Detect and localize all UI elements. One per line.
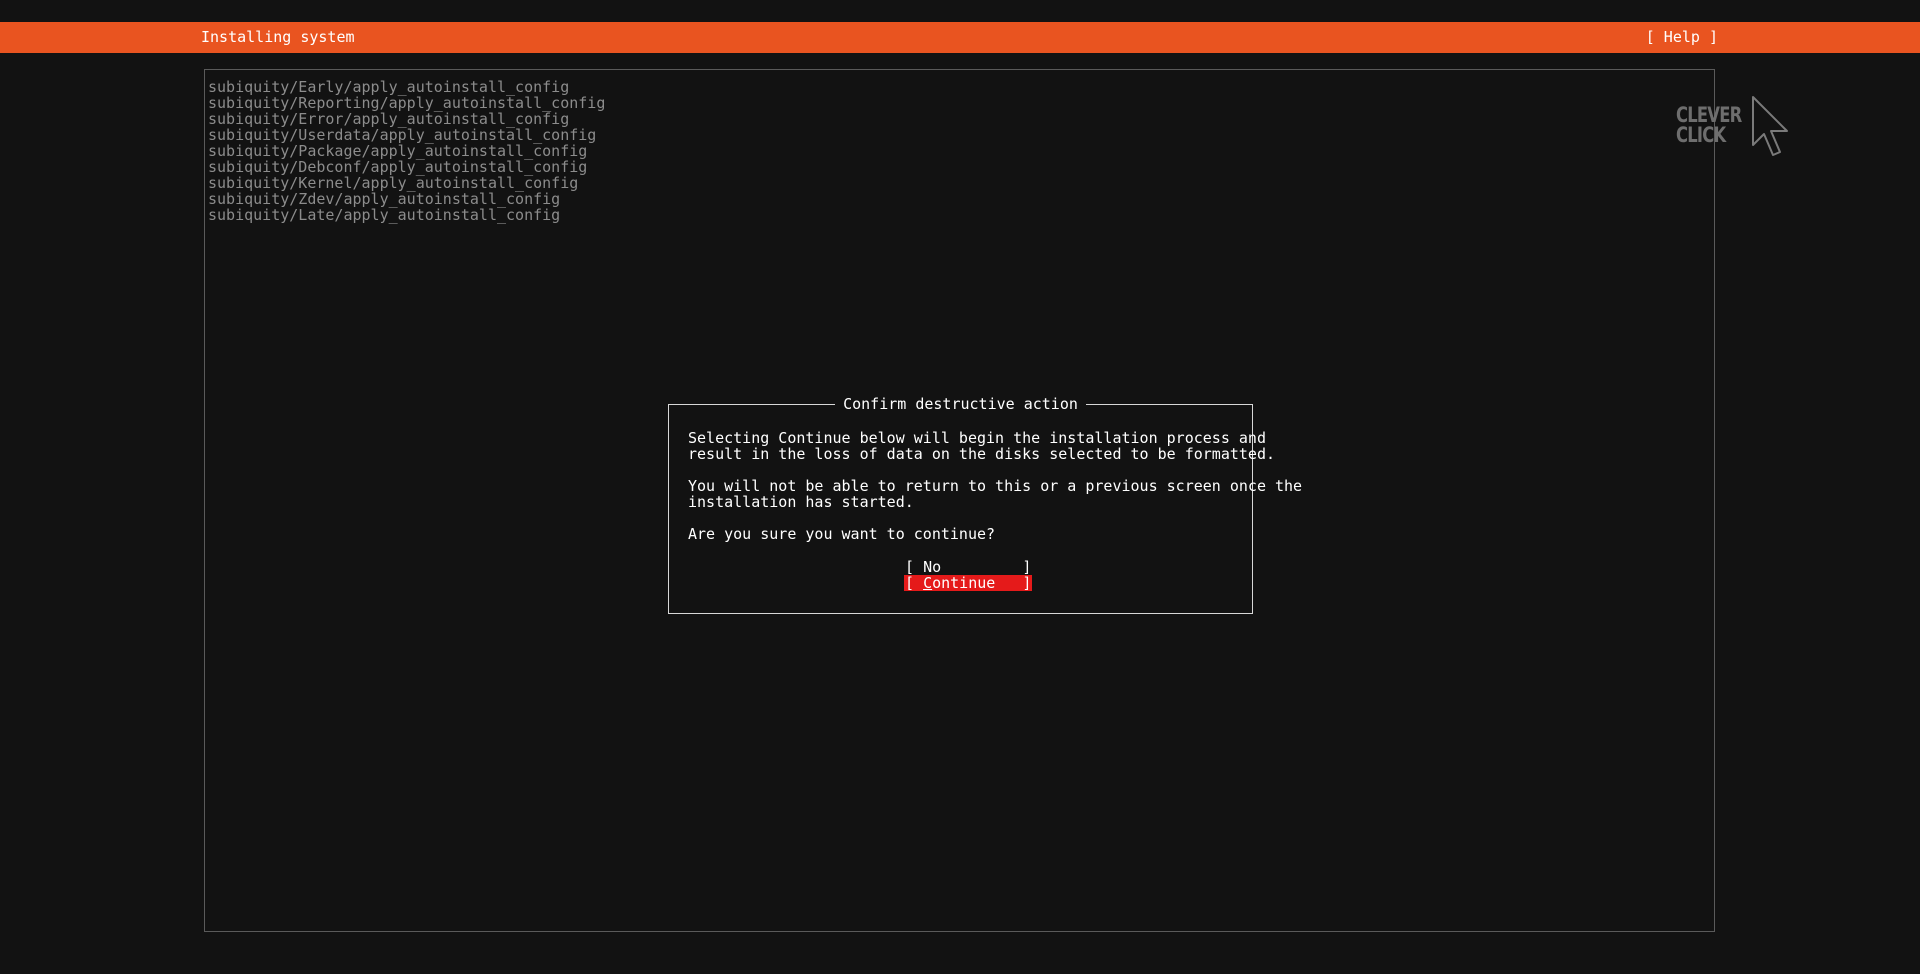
no-button[interactable]: [ No ] bbox=[904, 559, 1032, 575]
dialog-question: Are you sure you want to continue? bbox=[688, 525, 996, 543]
log-line: subiquity/Kernel/apply_autoinstall_confi… bbox=[208, 174, 579, 192]
log-line: subiquity/Userdata/apply_autoinstall_con… bbox=[208, 126, 597, 144]
header-bar: Installing system [ Help ] bbox=[0, 22, 1920, 53]
dialog-buttons: [ No ] [ Continue ] bbox=[904, 559, 1033, 592]
continue-button-label: ontinue bbox=[932, 574, 996, 592]
cursor-arrow-icon bbox=[1752, 96, 1788, 156]
log-line: subiquity/Error/apply_autoinstall_config bbox=[208, 110, 570, 128]
dialog-paragraph-2: You will not be able to return to this o… bbox=[688, 477, 1303, 511]
header-title: Installing system bbox=[201, 28, 355, 46]
log-line: subiquity/Package/apply_autoinstall_conf… bbox=[208, 142, 588, 160]
log-list: subiquity/Early/apply_autoinstall_config… bbox=[208, 79, 605, 223]
log-line: subiquity/Late/apply_autoinstall_config bbox=[208, 206, 561, 224]
dialog-paragraph-1: Selecting Continue below will begin the … bbox=[688, 429, 1275, 463]
dialog-body: Selecting Continue below will begin the … bbox=[688, 429, 1303, 558]
continue-button-close: ] bbox=[995, 574, 1032, 592]
logo-line-2: CLICK bbox=[1676, 123, 1726, 147]
continue-button-open: [ bbox=[905, 574, 924, 592]
dialog-title: Confirm destructive action bbox=[669, 395, 1252, 413]
log-line: subiquity/Reporting/apply_autoinstall_co… bbox=[208, 94, 606, 112]
clever-click-logo: CLEVER CLICK bbox=[1676, 95, 1792, 161]
continue-button-accelerator: C bbox=[923, 574, 933, 592]
help-button[interactable]: [ Help ] bbox=[1646, 28, 1718, 47]
log-line: subiquity/Debconf/apply_autoinstall_conf… bbox=[208, 158, 588, 176]
log-line: subiquity/Early/apply_autoinstall_config bbox=[208, 78, 570, 96]
log-line: subiquity/Zdev/apply_autoinstall_config bbox=[208, 190, 561, 208]
logo-line-1: CLEVER bbox=[1676, 103, 1742, 127]
logo-text: CLEVER CLICK bbox=[1676, 103, 1742, 147]
continue-button[interactable]: [ Continue ] bbox=[904, 574, 1033, 592]
dialog-title-text: Confirm destructive action bbox=[835, 395, 1086, 413]
confirm-dialog: Confirm destructive action Selecting Con… bbox=[668, 395, 1303, 614]
